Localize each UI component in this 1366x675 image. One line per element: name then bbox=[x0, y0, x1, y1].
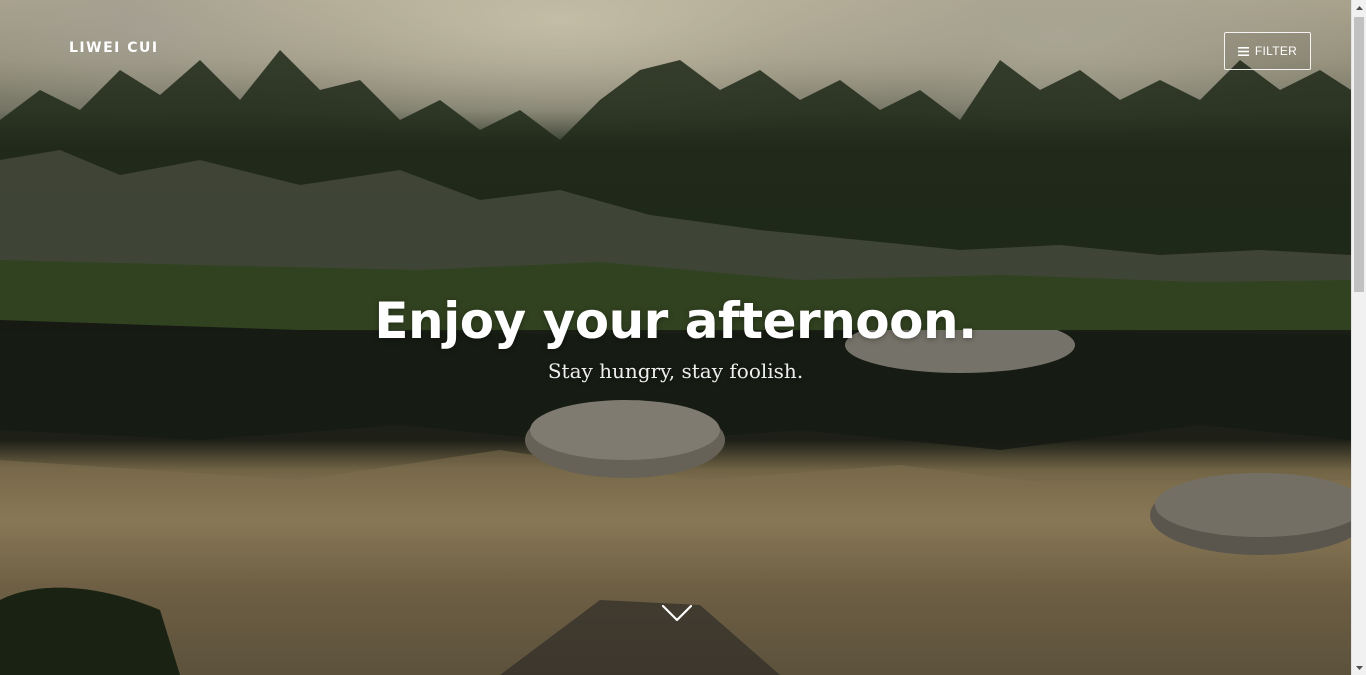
hero-subtitle: Stay hungry, stay foolish. bbox=[547, 359, 804, 383]
filter-button[interactable]: FILTER bbox=[1224, 32, 1311, 70]
hero-title: Enjoy your afternoon. bbox=[374, 292, 977, 350]
page-viewport: LIWEI CUI FILTER Enjoy your afternoon. S… bbox=[0, 0, 1351, 675]
scrollbar-thumb[interactable] bbox=[1354, 17, 1364, 292]
hamburger-menu-icon bbox=[1237, 46, 1249, 56]
chevron-down-icon[interactable] bbox=[661, 603, 693, 623]
filter-label: FILTER bbox=[1254, 44, 1298, 58]
scroll-down-arrow-icon[interactable] bbox=[1352, 660, 1366, 675]
hero-heading-block: Enjoy your afternoon. Stay hungry, stay … bbox=[0, 290, 1351, 384]
scroll-up-arrow-icon[interactable] bbox=[1352, 0, 1366, 15]
brand-logo-link[interactable]: LIWEI CUI bbox=[69, 40, 159, 56]
vertical-scrollbar[interactable] bbox=[1351, 0, 1366, 675]
